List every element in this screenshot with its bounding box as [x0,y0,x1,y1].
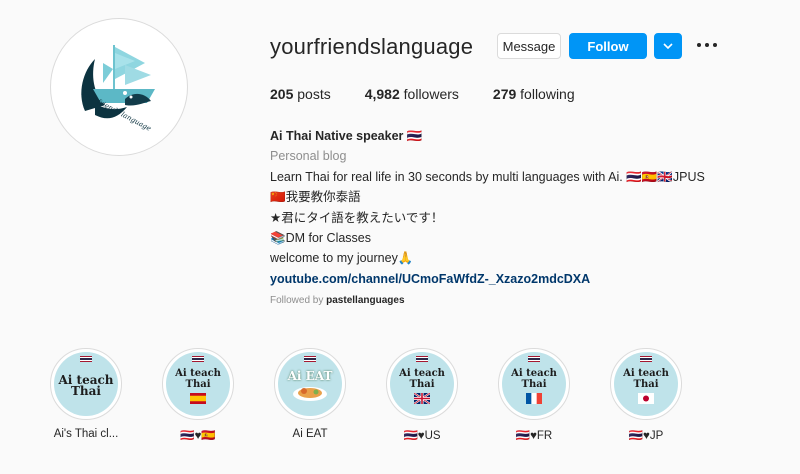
bio-line: ★君にタイ語を教えたいです！ [270,210,444,225]
avatar: Your friends language [55,23,183,151]
ship-logo-icon [81,45,155,119]
spain-flag-icon [190,393,206,404]
bio-line: welcome to my journey🙏 [270,251,414,266]
highlight-item[interactable]: Ai teach Thai 🇹🇭♥🇪🇸 [142,348,254,442]
following-count: 279 [492,86,517,102]
highlight-label: 🇹🇭♥JP [628,430,664,442]
highlight-ring: Ai teach Thai [610,348,682,420]
highlight-label: Ai EAT [292,428,328,440]
bio-line: 🇨🇳我要教你泰語 [270,190,361,205]
highlight-cover: Ai teach Thai [166,352,230,416]
suggested-dropdown-button[interactable] [654,33,682,59]
profile-full-name: Ai Thai Native speaker 🇹🇭 [270,129,423,143]
followers-stat[interactable]: 4,982 followers [365,86,459,102]
highlight-cover: Ai teach Thai [54,352,118,416]
highlight-cover-title: Ai teach Thai [623,368,669,390]
posts-count: 205 [270,86,294,102]
thai-flag-icon [80,356,92,362]
japan-flag-icon [638,393,654,404]
uk-flag-icon [414,393,430,404]
followers-label: followers [403,86,459,102]
thai-flag-icon [192,356,204,362]
highlight-cover-title: Ai teach Thai [175,368,221,390]
profile-stats: 205 posts 4,982 followers 279 following [270,86,609,102]
thai-flag-icon [416,356,428,362]
chevron-down-icon [663,43,673,49]
posts-label: posts [297,86,331,102]
profile-category: Personal blog [270,149,347,164]
highlight-cover: Ai teach Thai [614,352,678,416]
highlight-ring: Ai teach Thai [386,348,458,420]
dot-icon [705,43,709,47]
highlight-ring: Ai teach Thai [162,348,234,420]
highlight-cover-title: Ai EAT [287,368,333,383]
highlight-item[interactable]: Ai teach Thai 🇹🇭♥US [366,348,478,442]
highlight-cover-title: Ai teach Thai [511,368,557,390]
highlight-ring: Ai teach Thai [498,348,570,420]
followers-count: 4,982 [364,86,400,102]
highlight-cover-title: Ai teach Thai [399,368,445,390]
followed-by-user: pastellanguages [326,295,405,307]
profile-bio: Ai Thai Native speaker 🇹🇭 Personal blog … [270,126,750,309]
highlight-label: 🇹🇭♥🇪🇸 [180,430,216,442]
followed-by-text[interactable]: Followed by pastellanguages [270,293,750,309]
thai-flag-icon [528,356,540,362]
highlight-ring: Ai teach Thai [50,348,122,420]
food-plate-icon [293,386,327,401]
highlight-item[interactable]: Ai teach Thai Ai's Thai cl... [30,348,142,442]
highlight-label: 🇹🇭♥FR [515,430,553,442]
follow-button[interactable]: Follow [569,33,647,59]
bio-line: 📚DM for Classes [270,231,371,246]
highlight-ring: Ai EAT [274,348,346,420]
france-flag-icon [526,393,542,404]
following-label: following [520,86,575,102]
highlight-cover: Ai teach Thai [502,352,566,416]
following-stat[interactable]: 279 following [493,86,575,102]
dot-icon [713,43,717,47]
message-button[interactable]: Message [497,33,561,59]
thai-flag-icon [304,356,316,362]
story-highlights: Ai teach Thai Ai's Thai cl... Ai teach T… [30,348,702,442]
highlight-label: 🇹🇭♥US [403,430,441,442]
more-options-button[interactable] [697,38,717,52]
highlight-item[interactable]: Ai teach Thai 🇹🇭♥FR [478,348,590,442]
highlight-cover: Ai EAT [278,352,342,416]
thai-flag-icon [640,356,652,362]
bio-line: Learn Thai for real life in 30 seconds b… [270,169,705,184]
highlight-item[interactable]: Ai teach Thai 🇹🇭♥JP [590,348,702,442]
posts-stat: 205 posts [270,86,331,102]
highlight-label: Ai's Thai cl... [53,428,119,440]
bio-website-link[interactable]: youtube.com/channel/UCmoFaWfdZ-_Xzazo2md… [270,269,750,289]
highlight-cover: Ai teach Thai [390,352,454,416]
highlight-item[interactable]: Ai EAT Ai EAT [254,348,366,442]
profile-avatar-ring[interactable]: Your friends language [50,18,188,156]
dot-icon [697,43,701,47]
highlight-cover-title: Ai teach Thai [58,373,114,398]
profile-username: yourfriendslanguage [270,34,474,59]
followed-by-prefix: Followed by [270,295,327,307]
